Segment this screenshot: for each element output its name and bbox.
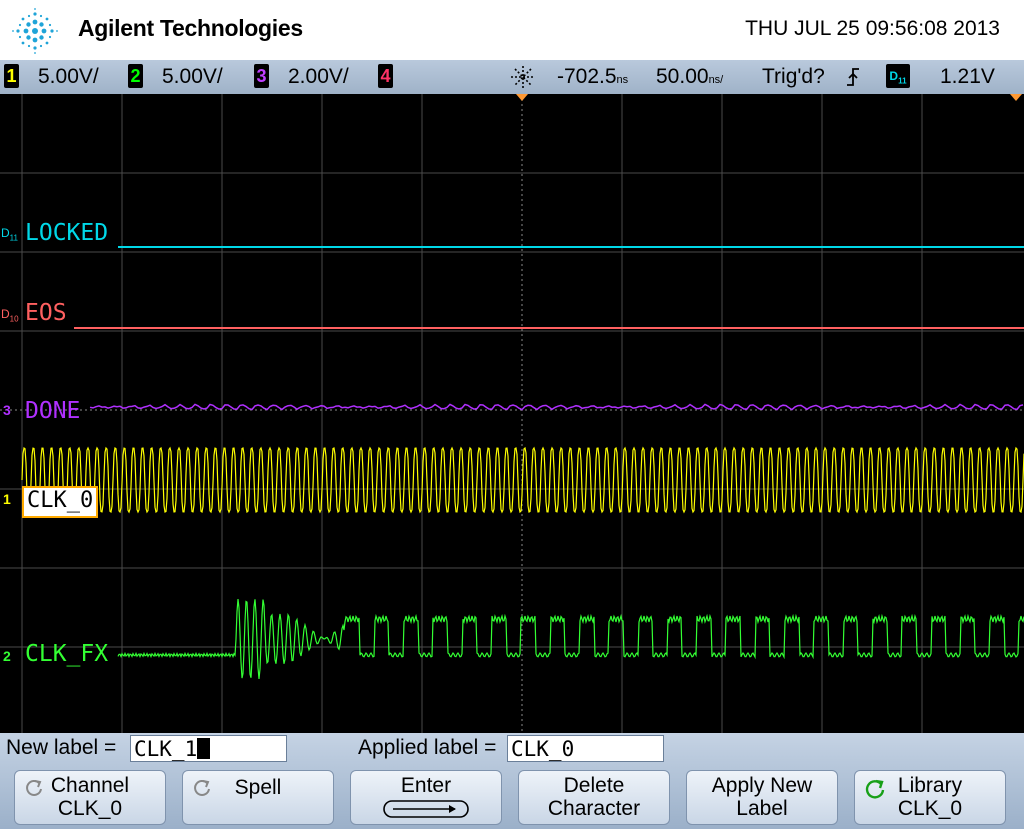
- eos-marker: D10: [1, 307, 19, 324]
- clkfx-trace: [117, 599, 1024, 680]
- spell-softkey[interactable]: Spell: [182, 770, 334, 825]
- done-trace: [89, 403, 1024, 411]
- status-bar: 1 5.00V/ 2 5.00V/ 3 2.00V/ 4 -702.5ns 50…: [0, 60, 1024, 94]
- applied-label-field: CLK_0: [507, 735, 664, 762]
- locked-label: LOCKED: [25, 220, 109, 246]
- channel-2-badge[interactable]: 2: [128, 64, 143, 88]
- done-marker: 3: [3, 402, 11, 418]
- waveform-display[interactable]: D11 LOCKED D10 EOS 3 DONE 1 CLK_0 2 CLK_…: [0, 94, 1024, 733]
- brand-name: Agilent Technologies: [78, 15, 303, 41]
- clk0-marker: 1: [3, 491, 11, 507]
- rotate-knob-icon: [26, 780, 42, 796]
- trigger-level: 1.21V: [940, 65, 995, 88]
- enter-softkey[interactable]: Enter: [350, 770, 502, 825]
- done-label: DONE: [25, 398, 81, 424]
- clkfx-label: CLK_FX: [25, 641, 109, 667]
- channel-2-scale: 5.00V/: [162, 65, 223, 88]
- eos-label: EOS: [25, 300, 67, 326]
- clk0-label[interactable]: CLK_0: [22, 486, 99, 518]
- enter-arrow-icon: [383, 800, 469, 818]
- rotate-knob-icon: [194, 780, 210, 796]
- trigger-position-marker: [516, 94, 528, 101]
- timebase-value: 50.00ns/: [656, 65, 724, 88]
- channel-1-scale: 5.00V/: [38, 65, 99, 88]
- trigger-level-marker: [1010, 94, 1022, 101]
- trigger-status: Trig'd?: [762, 65, 825, 88]
- channel-softkey[interactable]: Channel CLK_0: [14, 770, 166, 825]
- clk0-trace: [21, 446, 1024, 514]
- rotate-knob-icon: [865, 779, 885, 799]
- channel-4-badge[interactable]: 4: [378, 64, 393, 88]
- graticule: [0, 94, 1024, 733]
- datetime: THU JUL 25 09:56:08 2013: [745, 17, 1000, 40]
- clkfx-marker: 2: [3, 648, 11, 664]
- locked-marker: D11: [1, 226, 18, 243]
- new-label-field[interactable]: CLK_1: [130, 735, 287, 762]
- apply-new-label-softkey[interactable]: Apply New Label: [686, 770, 838, 825]
- library-softkey[interactable]: Library CLK_0: [854, 770, 1006, 825]
- softkey-panel: New label = CLK_1 Applied label = CLK_0 …: [0, 733, 1024, 829]
- channel-1-badge[interactable]: 1: [4, 64, 19, 88]
- horizontal-position-icon: [511, 66, 535, 88]
- header: Agilent Technologies THU JUL 25 09:56:08…: [0, 0, 1024, 60]
- delete-character-softkey[interactable]: Delete Character: [518, 770, 670, 825]
- delay-value: -702.5ns: [557, 65, 629, 88]
- text-cursor: [197, 738, 211, 759]
- channel-3-scale: 2.00V/: [288, 65, 349, 88]
- agilent-logo-icon: [12, 8, 58, 54]
- applied-label-caption: Applied label =: [358, 736, 497, 759]
- trigger-source-badge[interactable]: D11: [886, 64, 910, 88]
- channel-3-badge[interactable]: 3: [254, 64, 269, 88]
- rising-edge-icon: [847, 68, 859, 86]
- new-label-caption: New label =: [6, 736, 117, 759]
